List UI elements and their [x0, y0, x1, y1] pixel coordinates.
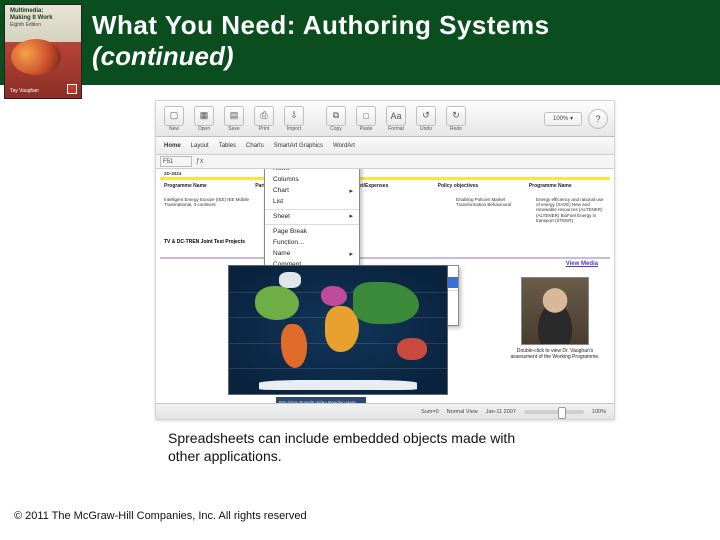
slide-header: Multimedia: Making It Work Eighth Editio…: [0, 0, 720, 85]
save-icon: ▤: [230, 110, 239, 121]
cell-text: Enabling Policies Market Transformation …: [456, 197, 526, 207]
tb-label: Print: [252, 127, 276, 132]
book-title-line1: Multimedia:: [10, 8, 43, 14]
new-button[interactable]: ▢: [164, 106, 184, 126]
tb-label: New: [162, 127, 186, 132]
portrait-caption: Double-click to view Dr. Vaughan's asses…: [508, 349, 602, 361]
menu-item-function[interactable]: Function…: [265, 237, 359, 248]
print-icon: ⎙: [260, 110, 267, 121]
import-button[interactable]: ⇩: [284, 106, 304, 126]
redo-icon: ↻: [452, 110, 460, 121]
copyright-line: © 2011 The McGraw-Hill Companies, Inc. A…: [14, 510, 307, 522]
new-icon: ▢: [170, 110, 179, 121]
section-title-row: TV & DC-TREN Joint Test Projects: [164, 239, 245, 245]
col-header: Policy objectives: [438, 183, 515, 189]
map-greenland-icon: [279, 272, 301, 288]
fx-icon[interactable]: ƒx: [196, 158, 203, 165]
column-headers: Programme Name Partner(s) Involved Budge…: [164, 183, 606, 189]
menu-item-list[interactable]: List: [265, 196, 359, 207]
help-icon: ?: [595, 114, 600, 124]
save-button[interactable]: ▤: [224, 106, 244, 126]
submenu-arrow-icon: ▸: [349, 250, 353, 258]
tb-label: Copy: [324, 127, 348, 132]
cell-text: Intelligent Energy Europe (IEE) IEE Mobi…: [164, 197, 264, 207]
spreadsheet-screenshot: ▢ New ▦ Open ▤ Save ⎙ Print ⇩ Import ⧉ Copy □ P…: [155, 100, 615, 420]
status-view-mode[interactable]: Normal View: [447, 409, 478, 415]
menu-item-columns[interactable]: Columns: [265, 174, 359, 185]
map-antarctica-icon: [259, 380, 417, 390]
portrait-image: [521, 277, 589, 345]
tb-label: Import: [282, 127, 306, 132]
tb-label: Redo: [444, 127, 468, 132]
tab-smartart[interactable]: SmartArt Graphics: [274, 143, 323, 149]
map-south-america-icon: [281, 324, 307, 368]
redo-button[interactable]: ↻: [446, 106, 466, 126]
tab-tables[interactable]: Tables: [219, 143, 236, 149]
format-icon: Aa: [390, 111, 401, 121]
slide-title-block: What You Need: Authoring Systems (contin…: [92, 8, 710, 72]
status-zoom[interactable]: 100%: [592, 409, 606, 415]
menu-item-pagebreak[interactable]: Page Break: [265, 224, 359, 237]
paste-icon: □: [363, 111, 368, 121]
highlight-band: [160, 177, 610, 180]
help-button[interactable]: ?: [588, 109, 608, 129]
embedded-world-map[interactable]: [228, 265, 448, 395]
slide-title: What You Need: Authoring Systems: [92, 10, 710, 41]
import-icon: ⇩: [290, 110, 298, 121]
tb-label: Format: [384, 127, 408, 132]
tab-layout[interactable]: Layout: [191, 143, 209, 149]
undo-icon: ↺: [422, 110, 430, 121]
name-box[interactable]: F51: [160, 156, 192, 167]
tb-label: Save: [222, 127, 246, 132]
col-header: Programme Name: [529, 183, 606, 189]
publisher-logo-icon: [67, 84, 77, 94]
tb-label: Undo: [414, 127, 438, 132]
map-asia-icon: [353, 282, 419, 324]
copy-button[interactable]: ⧉: [326, 106, 346, 126]
menu-item-sheet[interactable]: Sheet▸: [265, 209, 359, 222]
figure-caption: Spreadsheets can include embedded object…: [168, 430, 548, 465]
book-title-line2: Making It Work: [10, 15, 53, 21]
slide-subtitle: (continued): [92, 41, 710, 72]
col-header: Programme Name: [164, 183, 241, 189]
app-toolbar: ▢ New ▦ Open ▤ Save ⎙ Print ⇩ Import ⧉ Copy □ P…: [156, 101, 614, 137]
open-icon: ▦: [200, 110, 209, 121]
tab-home[interactable]: Home: [164, 143, 181, 149]
cell-text: Energy efficiency and rational use of en…: [536, 197, 606, 223]
paste-button[interactable]: □: [356, 106, 376, 126]
status-sum: Sum=0: [421, 409, 439, 415]
map-australia-icon: [397, 338, 427, 360]
book-cover-thumbnail: Multimedia: Making It Work Eighth Editio…: [4, 4, 82, 99]
view-media-header: View Media: [566, 261, 598, 267]
submenu-arrow-icon: ▸: [349, 212, 353, 220]
tb-label: Open: [192, 127, 216, 132]
menu-item-chart[interactable]: Chart▸: [265, 185, 359, 196]
ribbon-tabs: Home Layout Tables Charts SmartArt Graph…: [156, 137, 614, 155]
formula-bar-row: F51 ƒx: [156, 155, 614, 169]
status-bar: Sum=0 Normal View Jan-11 2007 100%: [156, 403, 614, 419]
map-north-america-icon: [255, 286, 299, 320]
book-author: Tay Vaughan: [10, 88, 39, 94]
sheet-heading: 2D-3024: [164, 171, 181, 176]
status-date: Jan-11 2007: [486, 409, 516, 415]
section-divider: [160, 257, 610, 259]
menu-item-name[interactable]: Name▸: [265, 248, 359, 259]
tb-label: Paste: [354, 127, 378, 132]
print-button[interactable]: ⎙: [254, 106, 274, 126]
book-edition: Eighth Edition: [10, 22, 41, 28]
format-button[interactable]: Aa: [386, 106, 406, 126]
undo-button[interactable]: ↺: [416, 106, 436, 126]
zoom-slider[interactable]: [524, 410, 584, 414]
copy-icon: ⧉: [333, 110, 339, 121]
tab-charts[interactable]: Charts: [246, 143, 264, 149]
submenu-arrow-icon: ▸: [349, 187, 353, 195]
zoom-selector[interactable]: 100% ▾: [544, 112, 582, 126]
map-europe-icon: [321, 286, 347, 306]
open-button[interactable]: ▦: [194, 106, 214, 126]
embedded-portrait-object[interactable]: Double-click to view Dr. Vaughan's asses…: [508, 277, 602, 361]
worksheet-area[interactable]: 2D-3024 Programme Name Partner(s) Involv…: [156, 169, 614, 419]
tab-wordart[interactable]: WordArt: [333, 143, 355, 149]
